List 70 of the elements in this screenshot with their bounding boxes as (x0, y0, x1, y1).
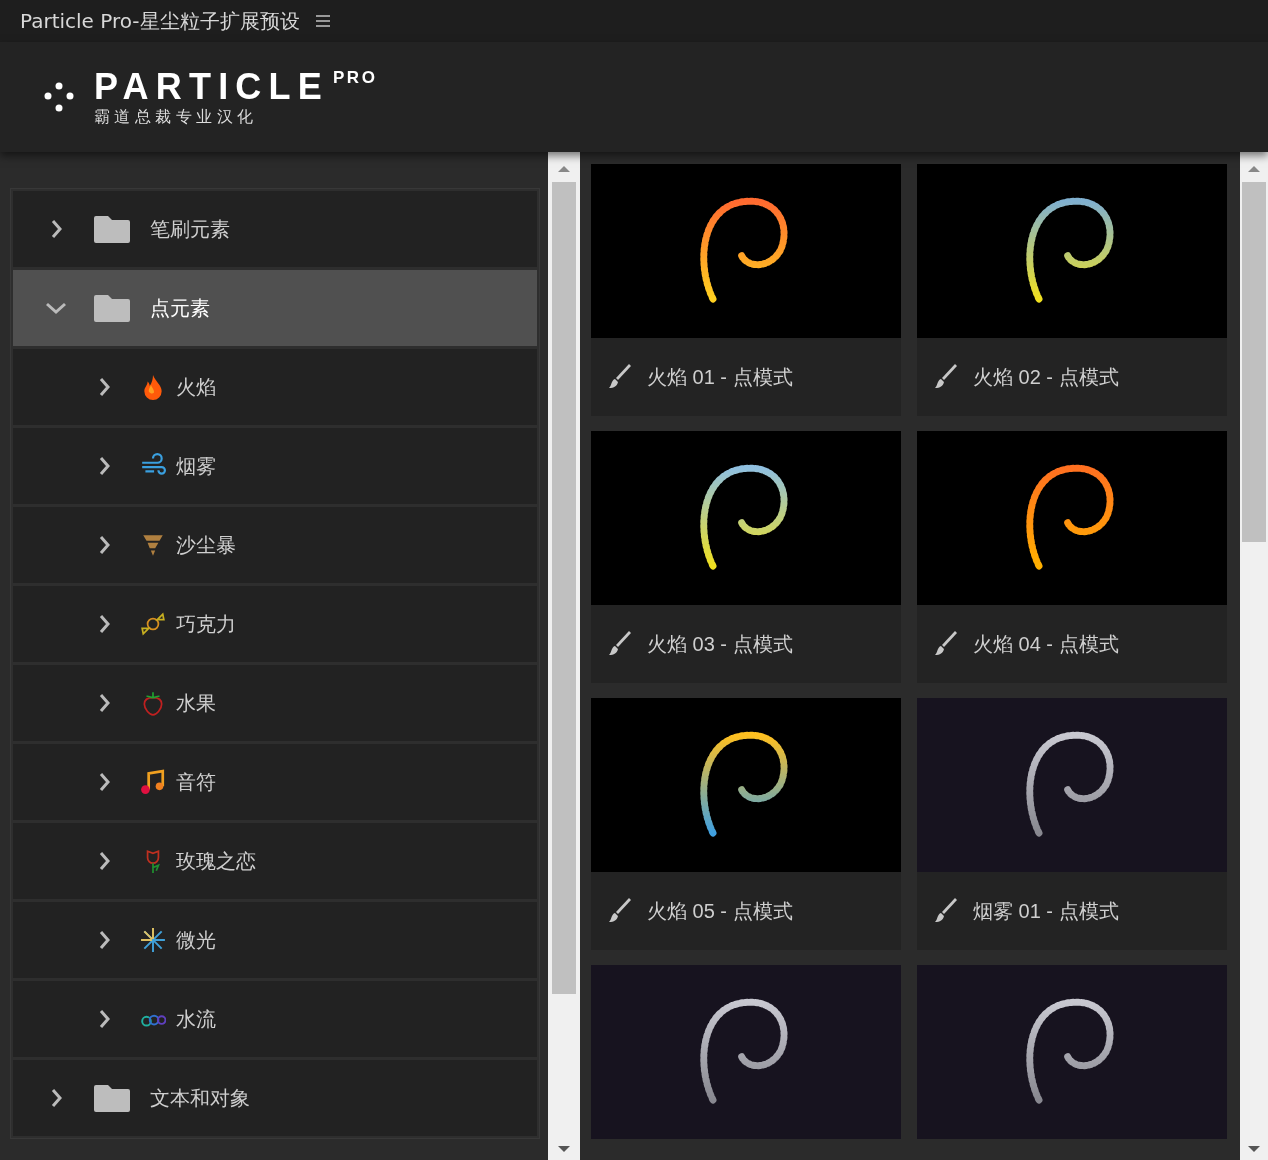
tree-item-label: 水果 (176, 691, 216, 716)
preset-card[interactable]: 火焰 05 - 点模式 (591, 698, 901, 950)
window-title: Particle Pro-星尘粒子扩展预设 (20, 8, 300, 35)
tree-item-label: 文本和对象 (150, 1086, 250, 1111)
chevron-right-icon[interactable] (98, 535, 112, 555)
brush-icon (607, 364, 633, 390)
tree-item-label: 点元素 (150, 296, 210, 321)
tree-item[interactable]: 火焰 (13, 349, 537, 425)
chevron-right-icon[interactable] (98, 693, 112, 713)
tree-item-label: 音符 (176, 770, 216, 795)
brush-icon (607, 898, 633, 924)
chevron-right-icon[interactable] (98, 772, 112, 792)
folder-icon (94, 1083, 130, 1113)
tree-item-label: 巧克力 (176, 612, 236, 637)
logo-wordmark: PARTICLE (94, 69, 329, 105)
brush-icon (933, 631, 959, 657)
brush-icon (933, 364, 959, 390)
preset-card[interactable]: 火焰 04 - 点模式 (917, 431, 1227, 683)
tree-item[interactable]: 沙尘暴 (13, 507, 537, 583)
tree-item[interactable]: 烟雾 (13, 428, 537, 504)
scrollbar-thumb[interactable] (1242, 182, 1266, 542)
tree-item-label: 烟雾 (176, 454, 216, 479)
tree-item[interactable]: 音符 (13, 744, 537, 820)
tree-item-label: 沙尘暴 (176, 533, 236, 558)
tree-item[interactable]: 水果 (13, 665, 537, 741)
preset-caption: 火焰 01 - 点模式 (647, 365, 793, 390)
brush-icon (607, 631, 633, 657)
scrollbar[interactable] (548, 152, 580, 1160)
chevron-right-icon[interactable] (98, 377, 112, 397)
logo-subtitle: 霸 道 总 裁 专 业 汉 化 (94, 109, 255, 125)
tree-item-label: 火焰 (176, 375, 216, 400)
tree-item-label: 水流 (176, 1007, 216, 1032)
chevron-right-icon[interactable] (98, 851, 112, 871)
tree-item-label: 玫瑰之恋 (176, 849, 256, 874)
menu-icon[interactable] (315, 15, 330, 27)
folder-icon (94, 214, 130, 244)
preset-card[interactable]: 火焰 03 - 点模式 (591, 431, 901, 683)
logo-superscript-text: PRO (332, 69, 378, 86)
tornado-icon (140, 532, 166, 558)
preset-caption: 火焰 03 - 点模式 (647, 632, 793, 657)
tree-item[interactable]: 文本和对象 (13, 1060, 537, 1136)
preset-card[interactable]: 火焰 01 - 点模式 (591, 164, 901, 416)
chevron-right-icon[interactable] (98, 456, 112, 476)
tree-item[interactable]: 水流 (13, 981, 537, 1057)
tree-item[interactable]: 笔刷元素 (13, 191, 537, 267)
tree-item[interactable]: 点元素 (13, 270, 537, 346)
tree-item[interactable]: 玫瑰之恋 (13, 823, 537, 899)
preset-card[interactable]: 烟雾 01 - 点模式 (917, 698, 1227, 950)
folder-icon (94, 293, 130, 323)
candy-icon (140, 611, 166, 637)
chevron-right-icon[interactable] (98, 1009, 112, 1029)
chevron-right-icon[interactable] (98, 930, 112, 950)
tree-item[interactable]: 微光 (13, 902, 537, 978)
tree-item[interactable]: 巧克力 (13, 586, 537, 662)
tree-item-label: 笔刷元素 (150, 217, 230, 242)
scrollbar-thumb[interactable] (552, 182, 576, 994)
chevron-right-icon[interactable] (98, 614, 112, 634)
preset-caption: 火焰 05 - 点模式 (647, 899, 793, 924)
chevron-right-icon[interactable] (50, 1088, 64, 1108)
chevron-right-icon[interactable] (50, 219, 64, 239)
scrollbar[interactable] (1240, 152, 1268, 1160)
logo-dots-icon (44, 82, 74, 112)
preset-caption: 烟雾 01 - 点模式 (973, 899, 1119, 924)
music-note-icon (140, 769, 166, 795)
tree-item-label: 微光 (176, 928, 216, 953)
preset-caption: 火焰 04 - 点模式 (973, 632, 1119, 657)
preset-card[interactable]: 火焰 02 - 点模式 (917, 164, 1227, 416)
snowflake-icon (140, 927, 166, 953)
preset-caption: 火焰 02 - 点模式 (973, 365, 1119, 390)
brush-icon (933, 898, 959, 924)
